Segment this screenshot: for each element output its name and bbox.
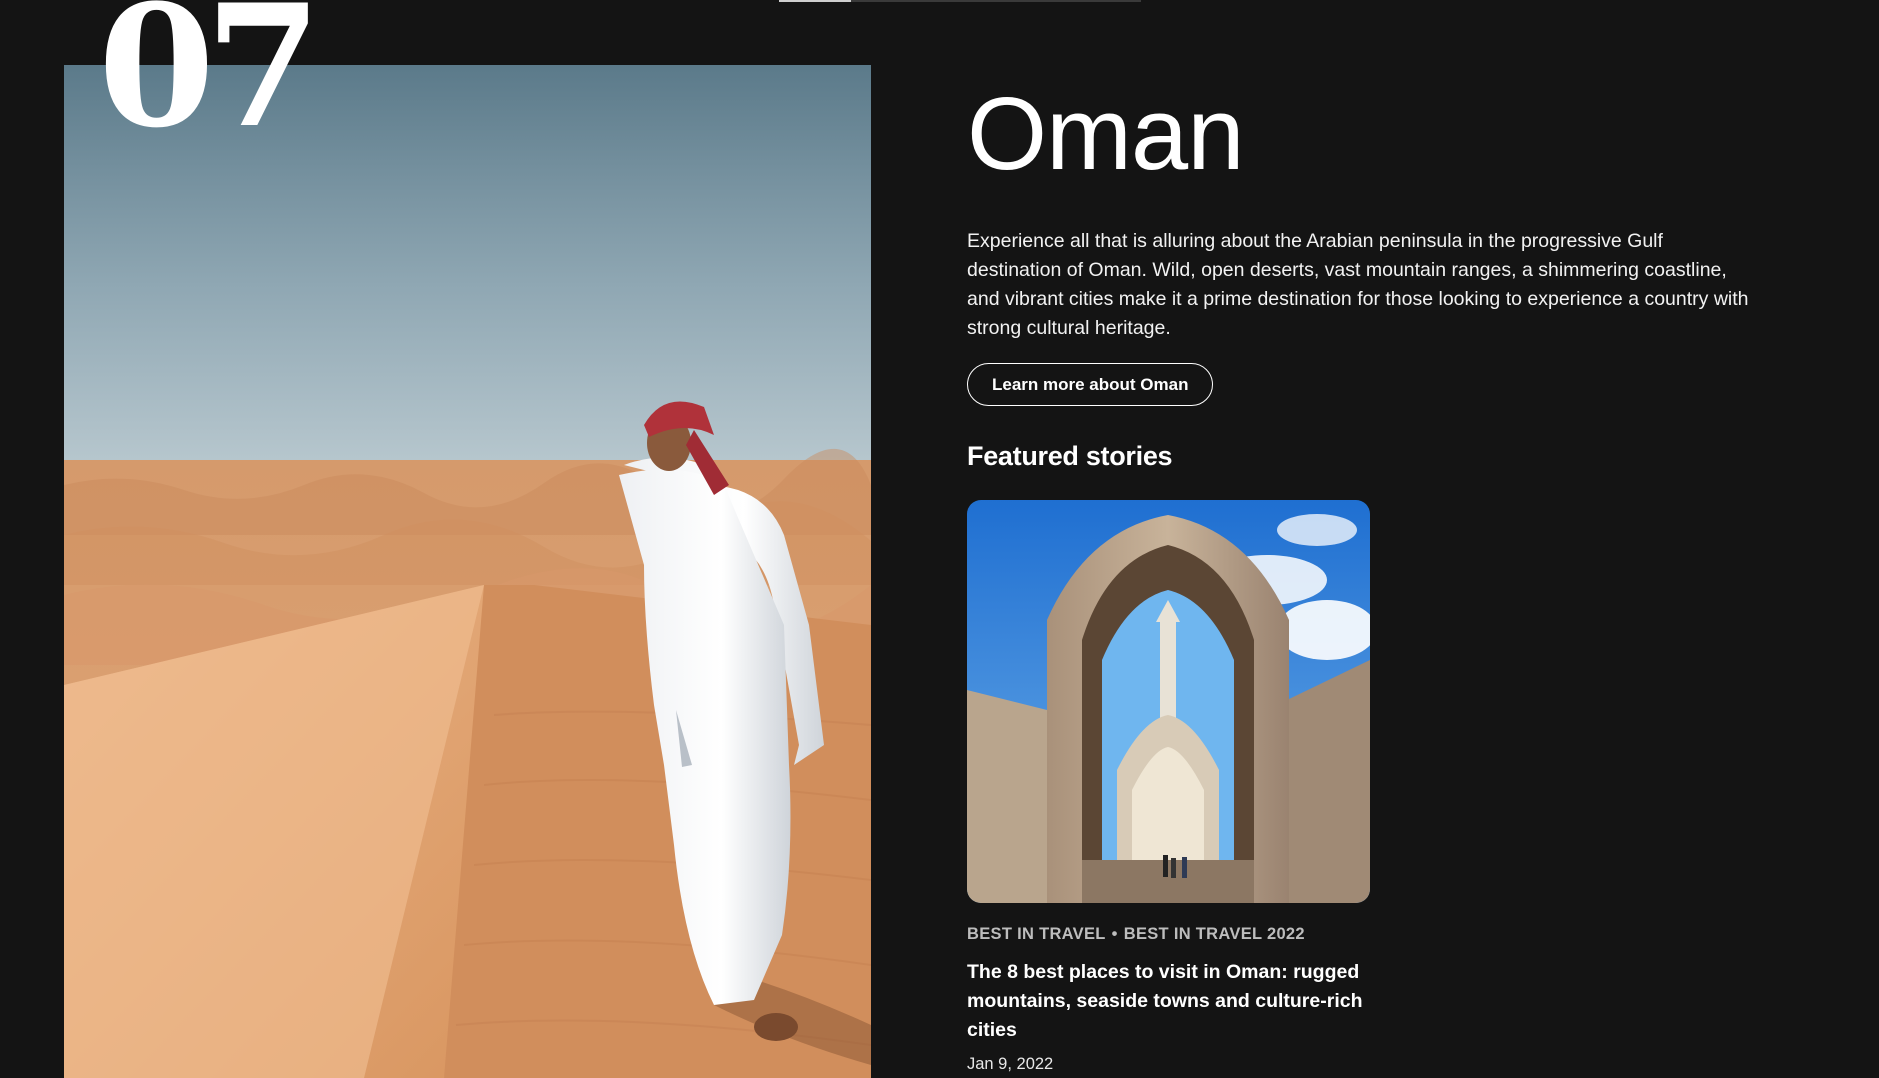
- destination-rank-number: 07: [98, 0, 322, 165]
- story-title-link[interactable]: The 8 best places to visit in Oman: rugg…: [967, 958, 1370, 1045]
- progress-track: [779, 0, 1141, 2]
- featured-stories-heading: Featured stories: [967, 441, 1173, 471]
- story-image-mosque-arch[interactable]: [967, 500, 1370, 903]
- story-tags: BEST IN TRAVEL • BEST IN TRAVEL 2022: [967, 925, 1370, 944]
- progress-fill: [779, 0, 852, 2]
- story-tag[interactable]: BEST IN TRAVEL 2022: [1124, 925, 1305, 944]
- destination-page: 07 Oman Experience all that is alluring …: [0, 0, 1879, 1078]
- destination-title: Oman: [967, 76, 1244, 191]
- destination-description: Experience all that is alluring about th…: [967, 230, 1749, 339]
- tag-separator: •: [1111, 925, 1118, 943]
- story-card[interactable]: BEST IN TRAVEL • BEST IN TRAVEL 2022 The…: [967, 500, 1370, 1074]
- learn-more-button[interactable]: Learn more about Oman: [967, 363, 1214, 406]
- hero-photo-desert-walker: [64, 65, 871, 1078]
- story-date: Jan 9, 2022: [967, 1055, 1054, 1073]
- story-tag[interactable]: BEST IN TRAVEL: [967, 925, 1106, 944]
